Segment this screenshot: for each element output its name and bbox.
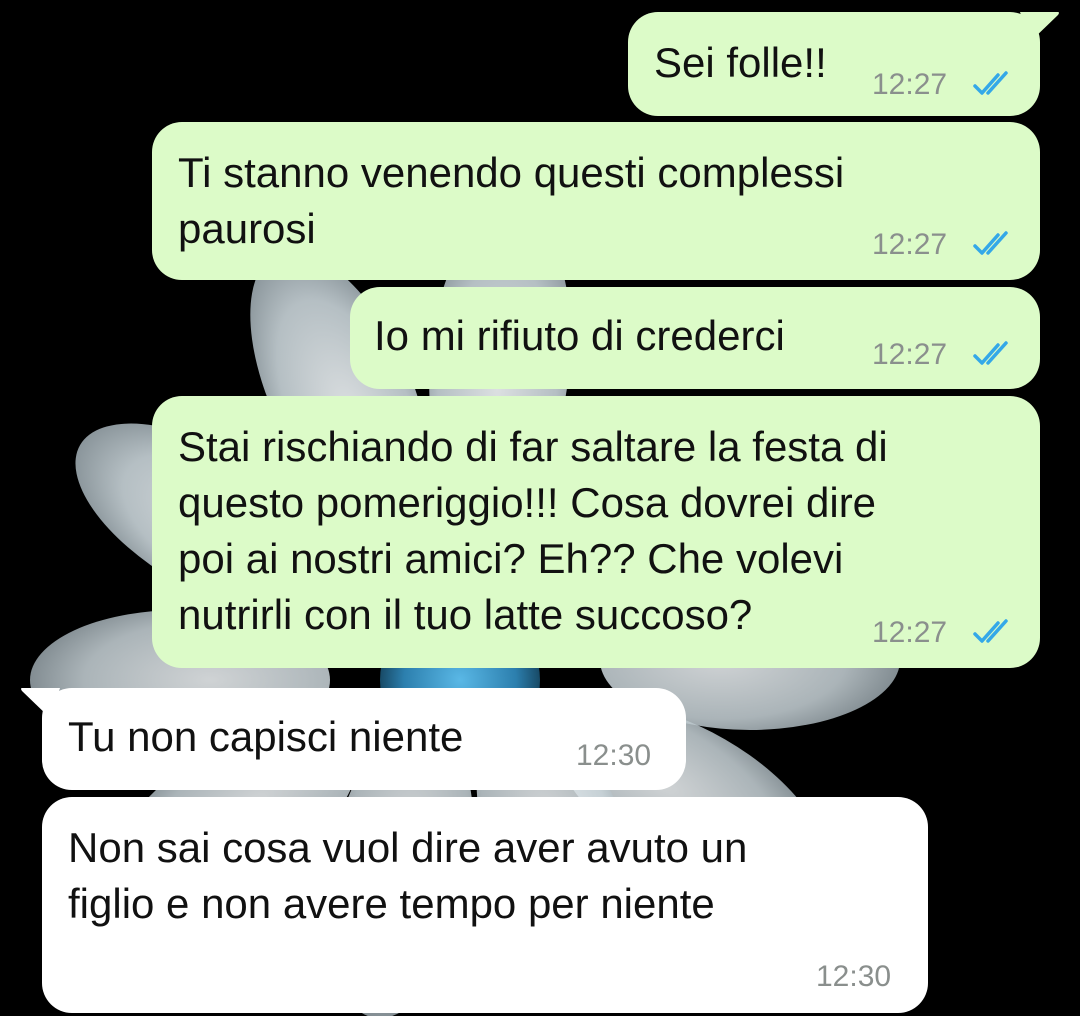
message-time: 12:27 xyxy=(872,338,948,371)
message-bubble-outgoing[interactable]: Ti stanno venendo questi complessi pauro… xyxy=(152,122,1040,280)
message-time: 12:30 xyxy=(576,739,652,772)
message-text: Tu non capisci niente xyxy=(68,713,464,760)
read-double-tick-icon xyxy=(973,231,1008,255)
message-text: nutrirli con il tuo latte succoso? xyxy=(178,591,753,638)
message-time: 12:27 xyxy=(872,616,948,649)
read-double-tick-icon xyxy=(973,619,1008,643)
message-time: 12:27 xyxy=(872,68,948,101)
message-bubble-outgoing[interactable]: Stai rischiando di far saltare la festa … xyxy=(152,396,1040,668)
message-text: Non sai cosa vuol dire aver avuto un xyxy=(68,824,748,871)
read-double-tick-icon xyxy=(973,341,1008,365)
message-text: questo pomeriggio!!! Cosa dovrei dire xyxy=(178,479,877,526)
message-bubble-outgoing[interactable]: Io mi rifiuto di crederci 12:27 xyxy=(350,287,1040,389)
message-text: Sei folle!! xyxy=(654,39,827,86)
read-double-tick-icon xyxy=(973,71,1008,95)
message-text: Ti stanno venendo questi complessi xyxy=(178,149,845,196)
message-bubble-outgoing[interactable]: Sei folle!! 12:27 xyxy=(628,12,1040,116)
message-text: paurosi xyxy=(178,205,316,252)
message-text: Stai rischiando di far saltare la festa … xyxy=(178,423,888,470)
message-bubble-incoming[interactable]: Tu non capisci niente 12:30 xyxy=(42,688,686,790)
message-bubble-incoming[interactable]: Non sai cosa vuol dire aver avuto un fig… xyxy=(42,797,928,1013)
message-text: poi ai nostri amici? Eh?? Che volevi xyxy=(178,535,844,582)
message-text: Io mi rifiuto di crederci xyxy=(374,312,785,359)
message-text: figlio e non avere tempo per niente xyxy=(68,880,715,927)
message-time: 12:30 xyxy=(816,960,892,993)
message-time: 12:27 xyxy=(872,228,948,261)
